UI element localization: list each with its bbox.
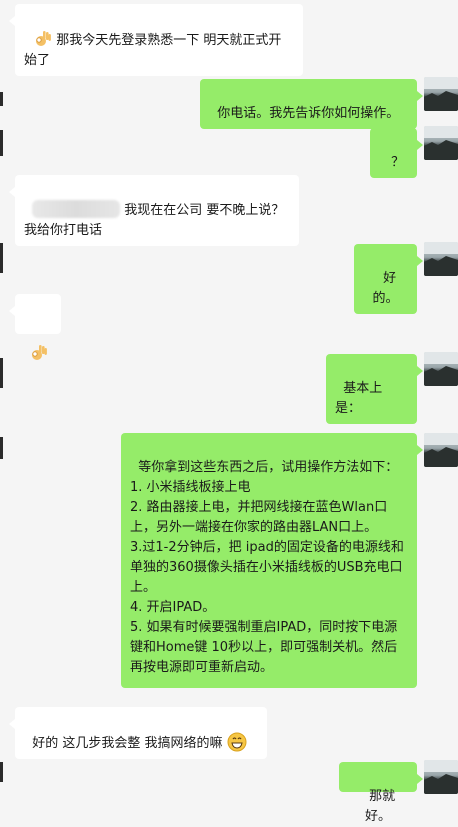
ok-hand-emoji [32, 345, 47, 360]
sent-message-bubble[interactable]: 好的。 [354, 244, 423, 314]
message-text: 好的 这几步我会整 我搞网络的嘛 [32, 736, 223, 751]
cropped-avatar-edge [0, 358, 3, 388]
user-avatar[interactable] [424, 242, 458, 276]
message-text: 那就好。 [364, 789, 396, 824]
message-text: ？ [391, 155, 405, 170]
message-text: 好的。 [372, 271, 399, 306]
message-text: 等你拿到这些东西之后，试用操作方法如下： 1. 小米插线板接上电 2. 路由器接… [130, 460, 404, 675]
sent-message-bubble[interactable]: 等你拿到这些东西之后，试用操作方法如下： 1. 小米插线板接上电 2. 路由器接… [121, 433, 423, 688]
user-avatar[interactable] [424, 352, 458, 386]
cropped-avatar-edge [0, 762, 3, 782]
received-message-bubble[interactable]: 好的 这几步我会整 我搞网络的嘛 [9, 707, 267, 759]
user-avatar[interactable] [424, 126, 458, 160]
sent-message-bubble[interactable]: 你电话。我先告诉你如何操作。 [200, 79, 423, 129]
user-avatar[interactable] [424, 77, 458, 111]
user-avatar[interactable] [424, 433, 458, 467]
received-message-bubble[interactable]: 那我今天先登录熟悉一下 明天就正式开始了 [9, 4, 303, 76]
message-text: 你电话。我先告诉你如何操作。 [217, 106, 400, 121]
sent-message-bubble[interactable]: 基本上是： [326, 354, 423, 424]
sent-message-bubble[interactable]: 那就好。 [339, 762, 423, 824]
message-text: 基本上是： [335, 381, 383, 416]
message-text: 那我今天先登录熟悉一下 明天就正式开始了 [24, 33, 282, 68]
redacted-name [32, 200, 121, 218]
received-message-bubble[interactable]: 我现在在公司 要不晚上说？ 我给你打电话 [9, 175, 299, 246]
sent-message-bubble[interactable]: ？ [370, 128, 423, 178]
received-message-bubble[interactable] [9, 294, 61, 360]
cropped-avatar-edge [0, 92, 3, 106]
cropped-avatar-edge [0, 130, 3, 156]
grin-emoji [227, 732, 247, 752]
cropped-avatar-edge [0, 243, 3, 273]
ok-hand-emoji [36, 31, 52, 46]
user-avatar[interactable] [424, 760, 458, 794]
cropped-avatar-edge [0, 437, 3, 459]
